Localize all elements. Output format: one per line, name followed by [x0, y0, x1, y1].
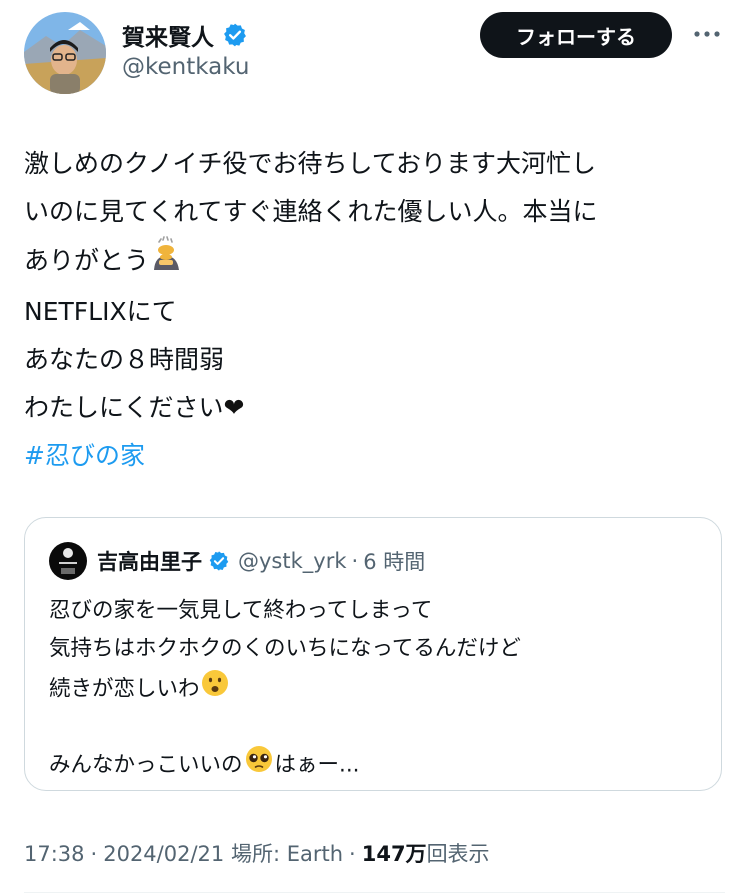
quote-author-avatar[interactable]: [49, 542, 87, 580]
views-count: 147万: [361, 842, 427, 866]
quote-line: みんなかっこいいの はぁー...: [49, 744, 521, 782]
tweet-line: いのに見てくれてすぐ連絡くれた優しい人。本当に: [24, 197, 598, 226]
quote-text: 忍びの家を一気見して終わってしまって 気持ちはホクホクのくのいちになってるんだけ…: [49, 592, 521, 782]
quote-line-text: 続きが恋しいわ: [49, 676, 200, 702]
hashtag-link[interactable]: #忍びの家: [24, 441, 145, 470]
quote-line: 気持ちはホクホクのくのいちになってるんだけど: [49, 636, 521, 661]
tweet-location: 場所: Earth: [230, 842, 344, 866]
more-horizontal-icon[interactable]: [692, 24, 722, 44]
quote-line-text: みんなかっこいいの: [49, 752, 243, 778]
tweet-line: #忍びの家: [24, 432, 724, 480]
quote-line: 続きが恋しいわ: [49, 668, 521, 706]
quote-line: [49, 706, 521, 744]
tweet-meta: 17:38 · 2024/02/21 場所: Earth · 147万回表示: [24, 838, 490, 868]
separator-dot: ·: [351, 549, 359, 573]
tweet-line: ありがとう: [24, 236, 724, 288]
author-name-row[interactable]: 賀来賢人: [122, 18, 248, 52]
tweet-line: 激しめのクノイチ役でお待ちしております大河忙し: [24, 149, 597, 178]
tweet-line-text: ありがとう: [24, 246, 150, 275]
author-handle[interactable]: @kentkaku: [122, 54, 249, 80]
quote-header: 吉高由里子 @ystk_yrk · 6 時間: [49, 542, 425, 580]
separator-dot: ·: [90, 842, 98, 866]
divider: [24, 892, 725, 893]
heart-emoji: ❤: [223, 393, 245, 422]
tweet-line-text: わたしにください: [24, 393, 224, 422]
verified-badge-icon: [208, 550, 230, 572]
verified-badge-icon: [222, 22, 248, 48]
tweet-date[interactable]: 2024/02/21: [103, 842, 224, 866]
views-label: 回表示: [426, 842, 490, 866]
quote-line: 忍びの家を一気見して終わってしまって: [49, 598, 433, 623]
tweet-text: 激しめのクノイチ役でお待ちしております大河忙し いのに見てくれてすぐ連絡くれた優…: [24, 140, 724, 480]
frowning-face-emoji: [200, 668, 230, 711]
author-avatar[interactable]: [24, 12, 106, 94]
author-display-name[interactable]: 賀来賢人: [122, 18, 214, 52]
quote-timestamp[interactable]: 6 時間: [363, 546, 425, 576]
follow-button[interactable]: フォローする: [480, 12, 672, 58]
quote-author-handle[interactable]: @ystk_yrk: [238, 549, 347, 573]
tweet-line: あなたの８時間弱: [24, 345, 225, 374]
quote-author-name[interactable]: 吉高由里子: [97, 546, 202, 576]
pleading-face-emoji: [243, 744, 275, 787]
tweet-time[interactable]: 17:38: [24, 842, 85, 866]
quote-tweet-card[interactable]: 吉高由里子 @ystk_yrk · 6 時間 忍びの家を一気見して終わってしまっ…: [24, 517, 722, 791]
tweet-header: 賀来賢人 @kentkaku フォローする: [0, 0, 749, 110]
person-bowing-emoji: [149, 236, 185, 288]
tweet-line: わたしにください❤: [24, 384, 724, 432]
quote-line-tail: はぁー...: [274, 752, 360, 778]
separator-dot: ·: [349, 842, 356, 866]
tweet-line: NETFLIXにて: [24, 297, 177, 326]
